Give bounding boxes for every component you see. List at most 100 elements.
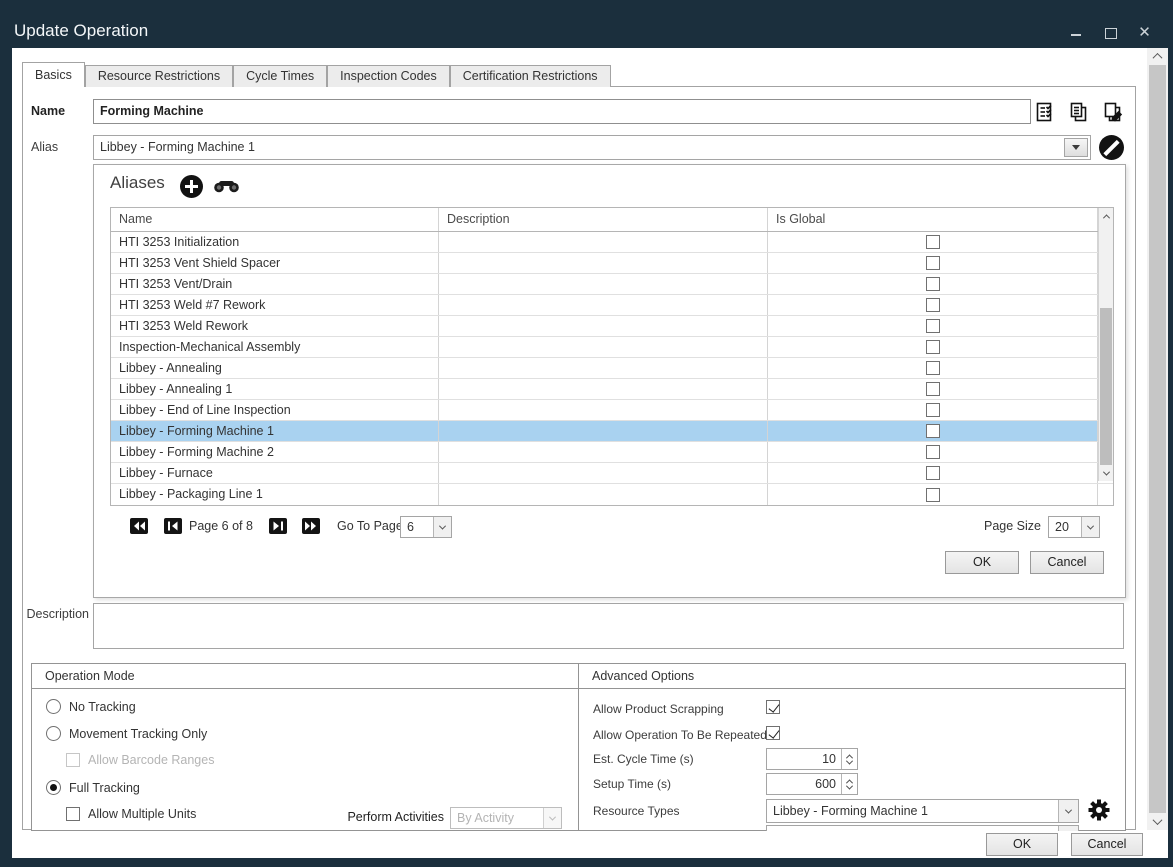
tab-inspection-codes[interactable]: Inspection Codes: [327, 65, 450, 87]
secondary-resource-select[interactable]: [766, 825, 1079, 831]
table-scroll-down-icon[interactable]: [1099, 465, 1113, 481]
is-global-checkbox[interactable]: [926, 424, 940, 438]
setup-time-spinner[interactable]: 600: [766, 773, 858, 795]
minimize-button[interactable]: [1070, 26, 1083, 39]
table-row[interactable]: Libbey - Furnace: [111, 463, 1113, 484]
table-scrollbar[interactable]: [1098, 208, 1113, 481]
popup-ok-button[interactable]: OK: [945, 551, 1019, 574]
page-size-select[interactable]: 20: [1048, 516, 1100, 538]
is-global-checkbox[interactable]: [926, 340, 940, 354]
is-global-checkbox[interactable]: [926, 382, 940, 396]
table-row[interactable]: HTI 3253 Weld #7 Rework: [111, 295, 1113, 316]
scroll-up-icon[interactable]: [1147, 48, 1168, 65]
is-global-checkbox[interactable]: [926, 235, 940, 249]
row-isglobal-cell: [768, 337, 1098, 357]
alias-dropdown-icon[interactable]: [1064, 138, 1088, 157]
table-row[interactable]: Libbey - Packaging Line 1: [111, 484, 1113, 505]
option-movement-tracking[interactable]: Movement Tracking Only: [46, 726, 207, 741]
row-name-cell: Libbey - Furnace: [111, 463, 439, 483]
column-header-isglobal[interactable]: Is Global: [768, 208, 1098, 231]
last-page-button[interactable]: [302, 518, 320, 534]
allow-operation-repeated-checkbox[interactable]: [766, 726, 780, 740]
tab-resource-restrictions[interactable]: Resource Restrictions: [85, 65, 233, 87]
dialog-scrollbar[interactable]: [1147, 48, 1168, 830]
is-global-checkbox[interactable]: [926, 361, 940, 375]
copy-document-icon[interactable]: [1067, 101, 1089, 126]
resource-types-select[interactable]: Libbey - Forming Machine 1: [766, 799, 1079, 823]
row-isglobal-cell: [768, 400, 1098, 420]
window-title: Update Operation: [14, 21, 148, 41]
is-global-checkbox[interactable]: [926, 319, 940, 333]
clear-alias-icon[interactable]: [1099, 135, 1124, 160]
table-scrollbar-thumb[interactable]: [1100, 308, 1112, 466]
table-row[interactable]: Libbey - Forming Machine 2: [111, 442, 1113, 463]
page-size-chevron-icon[interactable]: [1081, 517, 1099, 537]
setup-time-value: 600: [767, 774, 840, 794]
dialog-scrollbar-thumb[interactable]: [1149, 65, 1166, 813]
est-cycle-time-spinner[interactable]: 10: [766, 748, 858, 770]
row-description-cell: [439, 337, 768, 357]
description-input[interactable]: [93, 603, 1124, 649]
aliases-table: Name Description Is Global HTI 3253 Init…: [110, 207, 1114, 506]
row-isglobal-cell: [768, 358, 1098, 378]
alias-combobox[interactable]: Libbey - Forming Machine 1: [93, 135, 1091, 160]
table-row[interactable]: HTI 3253 Weld Rework: [111, 316, 1113, 337]
row-isglobal-cell: [768, 421, 1098, 441]
table-row[interactable]: HTI 3253 Vent/Drain: [111, 274, 1113, 295]
allow-product-scrapping-checkbox[interactable]: [766, 700, 780, 714]
table-row[interactable]: Libbey - Annealing 1: [111, 379, 1113, 400]
ok-button[interactable]: OK: [986, 833, 1058, 856]
option-full-tracking[interactable]: Full Tracking: [46, 780, 140, 795]
maximize-button[interactable]: [1104, 26, 1117, 39]
table-row[interactable]: Libbey - Annealing: [111, 358, 1113, 379]
option-no-tracking[interactable]: No Tracking: [46, 699, 136, 714]
cancel-button[interactable]: Cancel: [1071, 833, 1143, 856]
is-global-checkbox[interactable]: [926, 277, 940, 291]
add-alias-icon[interactable]: [180, 175, 203, 198]
row-name-cell: Libbey - End of Line Inspection: [111, 400, 439, 420]
resource-types-gear-icon[interactable]: [1087, 798, 1111, 825]
go-to-page-chevron-icon[interactable]: [433, 517, 451, 537]
first-page-button[interactable]: [130, 518, 148, 534]
table-row[interactable]: Libbey - Forming Machine 1: [111, 421, 1113, 442]
popup-cancel-button[interactable]: Cancel: [1030, 551, 1104, 574]
edit-list-icon[interactable]: [1033, 101, 1055, 126]
search-binoculars-icon[interactable]: [213, 179, 240, 196]
is-global-checkbox[interactable]: [926, 403, 940, 417]
go-to-page-select[interactable]: 6: [400, 516, 452, 538]
no-tracking-radio[interactable]: [46, 699, 61, 714]
previous-page-button[interactable]: [164, 518, 182, 534]
bottom-options-group: Operation Mode No Tracking Movement Trac…: [31, 663, 1126, 831]
tab-certification-restrictions[interactable]: Certification Restrictions: [450, 65, 611, 87]
tab-cycle-times[interactable]: Cycle Times: [233, 65, 327, 87]
column-header-name[interactable]: Name: [111, 208, 439, 231]
setup-time-stepper[interactable]: [841, 774, 857, 794]
is-global-checkbox[interactable]: [926, 256, 940, 270]
row-description-cell: [439, 232, 768, 252]
name-input[interactable]: Forming Machine: [93, 99, 1031, 124]
table-row[interactable]: Libbey - End of Line Inspection: [111, 400, 1113, 421]
secondary-resource-chevron-icon[interactable]: [1058, 826, 1078, 831]
column-header-description[interactable]: Description: [439, 208, 768, 231]
table-row[interactable]: HTI 3253 Initialization: [111, 232, 1113, 253]
copy-edit-icon[interactable]: [1101, 101, 1123, 126]
is-global-checkbox[interactable]: [926, 298, 940, 312]
movement-tracking-label: Movement Tracking Only: [69, 727, 207, 741]
description-label: Description: [25, 607, 89, 621]
table-row[interactable]: HTI 3253 Vent Shield Spacer: [111, 253, 1113, 274]
is-global-checkbox[interactable]: [926, 445, 940, 459]
table-row[interactable]: Inspection-Mechanical Assembly: [111, 337, 1113, 358]
setup-time-label: Setup Time (s): [593, 777, 671, 791]
is-global-checkbox[interactable]: [926, 466, 940, 480]
close-button[interactable]: ✕: [1138, 26, 1151, 39]
full-tracking-radio[interactable]: [46, 780, 61, 795]
scroll-down-icon[interactable]: [1147, 813, 1168, 830]
alias-label: Alias: [31, 140, 58, 154]
resource-types-chevron-icon[interactable]: [1058, 800, 1078, 822]
movement-tracking-radio[interactable]: [46, 726, 61, 741]
table-scroll-up-icon[interactable]: [1099, 208, 1113, 224]
is-global-checkbox[interactable]: [926, 488, 940, 502]
est-cycle-time-stepper[interactable]: [841, 749, 857, 769]
next-page-button[interactable]: [269, 518, 287, 534]
tab-basics[interactable]: Basics: [22, 62, 85, 87]
